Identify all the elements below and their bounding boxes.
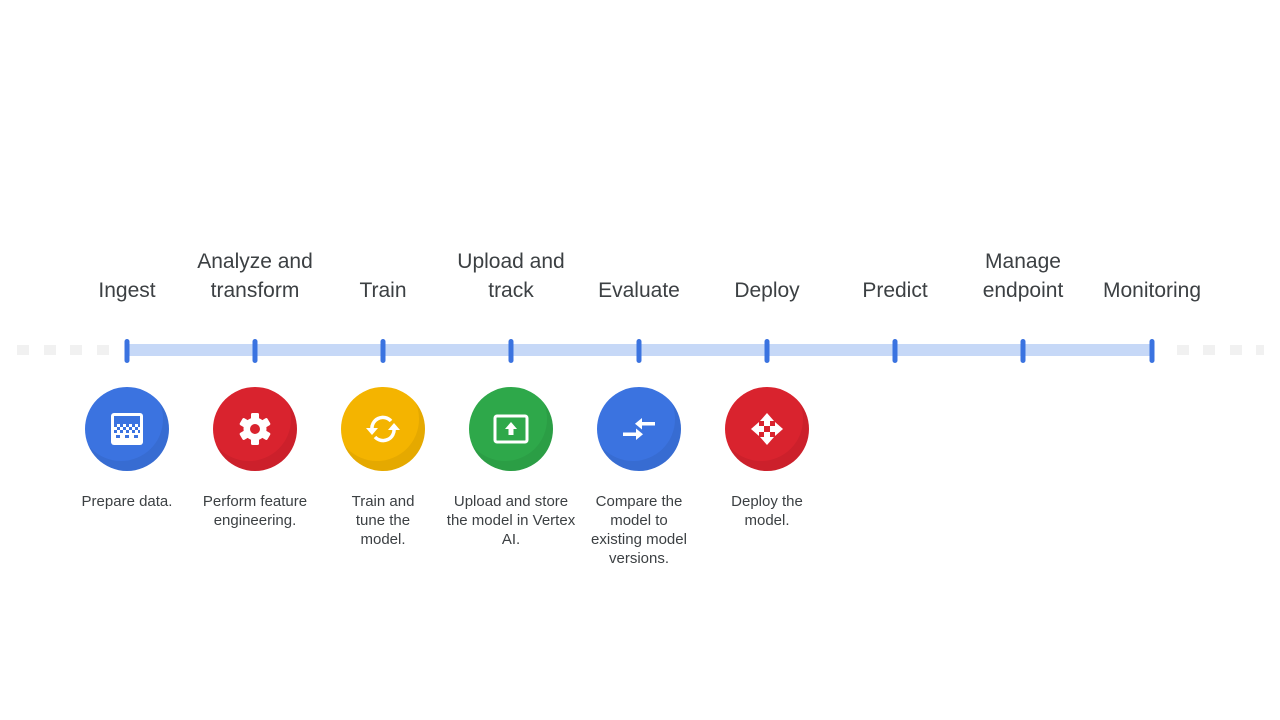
timeline-tick-deploy bbox=[764, 339, 770, 363]
timeline-tick-predict bbox=[892, 339, 898, 363]
timeline-tick-train bbox=[380, 339, 386, 363]
stage-circle-evaluate bbox=[597, 387, 681, 471]
timeline-dash bbox=[1256, 345, 1264, 355]
timeline-tick-upload-track bbox=[508, 339, 514, 363]
stage-description-ingest: Prepare data. bbox=[81, 493, 173, 510]
stage-circle-train bbox=[341, 387, 425, 471]
stage-labels-row: Ingest Analyze and transform Train Uploa… bbox=[0, 0, 1280, 305]
timeline-dash bbox=[97, 345, 109, 355]
stage-label-monitoring: Monitoring bbox=[1102, 279, 1202, 302]
timeline-dash bbox=[1177, 345, 1189, 355]
sync-icon bbox=[366, 415, 400, 443]
data-table-icon bbox=[111, 413, 143, 445]
stage-description-analyze-transform: Perform feature engineering. bbox=[202, 493, 308, 529]
stage-description-train: Train and tune the model. bbox=[351, 493, 415, 548]
timeline-dash bbox=[44, 345, 56, 355]
stage-description-deploy: Deploy the model. bbox=[731, 493, 803, 529]
stage-circle-upload-track bbox=[469, 387, 553, 471]
compare-arrows-icon bbox=[623, 418, 655, 440]
timeline-dash bbox=[17, 345, 29, 355]
timeline-tick-monitoring bbox=[1149, 339, 1155, 363]
timeline-tick-evaluate bbox=[636, 339, 642, 363]
stage-circle-analyze-transform bbox=[213, 387, 297, 471]
timeline-dash bbox=[70, 345, 82, 355]
gear-icon bbox=[239, 413, 271, 445]
timeline-dash bbox=[1230, 345, 1242, 355]
timeline-tick-analyze-transform bbox=[252, 339, 258, 363]
stage-circle-deploy bbox=[725, 387, 809, 471]
stage-label-manage-endpoint: Manage endpoint bbox=[982, 250, 1064, 302]
upload-icon bbox=[493, 414, 529, 444]
timeline-dash bbox=[1203, 345, 1215, 355]
timeline-tick-ingest bbox=[124, 339, 130, 363]
stage-description-upload-track: Upload and store the model in Vertex AI. bbox=[446, 493, 576, 548]
stage-description-evaluate: Compare the model to existing model vers… bbox=[591, 493, 687, 567]
timeline-tick-manage-endpoint bbox=[1020, 339, 1026, 363]
move-arrows-icon bbox=[751, 413, 783, 445]
stage-circle-ingest bbox=[85, 387, 169, 471]
